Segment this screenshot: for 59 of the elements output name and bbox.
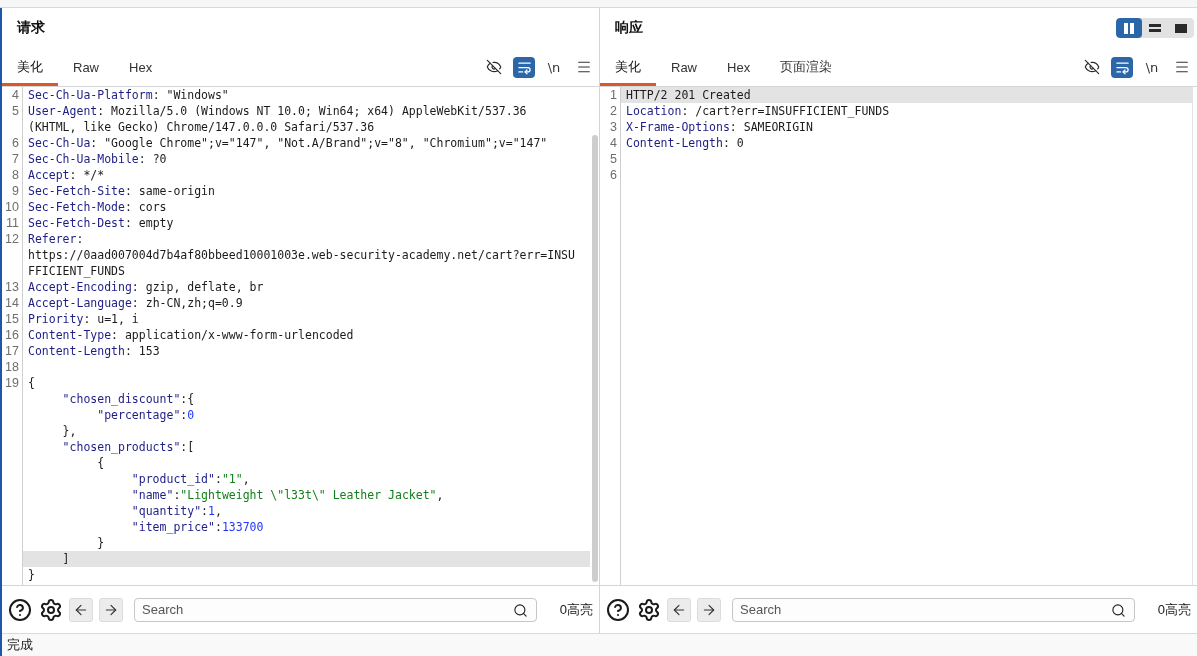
view-tab[interactable]: Hex: [114, 48, 168, 86]
help-icon[interactable]: [8, 597, 32, 622]
eye-off-icon: [1084, 59, 1100, 75]
wrap-text-icon: [1114, 59, 1130, 75]
view-tab[interactable]: Raw: [656, 48, 712, 86]
show-newlines-button[interactable]: \n: [543, 56, 565, 78]
search-icon: [1110, 602, 1126, 618]
line-number: 6: [12, 135, 19, 151]
line-number: 5: [610, 151, 617, 167]
eye-off-icon: [486, 59, 502, 75]
show-newlines-button[interactable]: \n: [1141, 56, 1163, 78]
wrap-text-icon: [516, 59, 532, 75]
line-number: 12: [5, 231, 19, 247]
search-icon: [512, 602, 528, 618]
line-number: 19: [5, 375, 19, 391]
panel-title: 响应: [615, 19, 643, 37]
help-icon[interactable]: [606, 597, 630, 622]
line-number: 14: [5, 295, 19, 311]
search-field[interactable]: Search: [134, 597, 537, 622]
view-tab[interactable]: Hex: [712, 48, 766, 86]
line-number: 1: [610, 87, 617, 103]
menu-icon: [576, 59, 592, 75]
line-number: 6: [610, 167, 617, 183]
line-number: 17: [5, 343, 19, 359]
view-tab[interactable]: 页面渲染: [765, 48, 848, 86]
line-number: 9: [12, 183, 19, 199]
match-count: 0高亮: [1157, 600, 1191, 619]
wrap-lines-button[interactable]: [1111, 56, 1133, 78]
filled-rectangle-icon: [1175, 23, 1187, 33]
line-number: 2: [610, 103, 617, 119]
scrollbar[interactable]: [592, 135, 598, 582]
line-number: 8: [12, 167, 19, 183]
two-columns-icon: [1124, 22, 1134, 34]
match-count: 0高亮: [559, 600, 593, 619]
settings-icon[interactable]: [39, 597, 63, 622]
line-number: 3: [610, 119, 617, 135]
panel-title: 请求: [17, 19, 45, 37]
settings-icon[interactable]: [637, 597, 661, 622]
line-number: 5: [12, 103, 19, 119]
forward-button[interactable]: [99, 597, 123, 622]
line-number: 16: [5, 327, 19, 343]
back-button[interactable]: [69, 597, 93, 622]
line-number: 18: [5, 359, 19, 375]
status-text: 完成: [7, 636, 33, 654]
back-button[interactable]: [667, 597, 691, 622]
line-number: 7: [12, 151, 19, 167]
line-number: 15: [5, 311, 19, 327]
line-number: 4: [12, 87, 19, 103]
line-number: 4: [610, 135, 617, 151]
line-number: 11: [6, 215, 19, 231]
forward-button[interactable]: [697, 597, 721, 622]
line-number: 10: [5, 199, 19, 215]
menu-icon: [1174, 59, 1190, 75]
view-tab[interactable]: Raw: [58, 48, 114, 86]
side-by-side-layout-button[interactable]: [1116, 18, 1142, 38]
search-field[interactable]: Search: [732, 597, 1135, 622]
two-rows-icon: [1149, 24, 1161, 32]
line-number: 13: [5, 279, 19, 295]
wrap-lines-button[interactable]: [513, 56, 535, 78]
